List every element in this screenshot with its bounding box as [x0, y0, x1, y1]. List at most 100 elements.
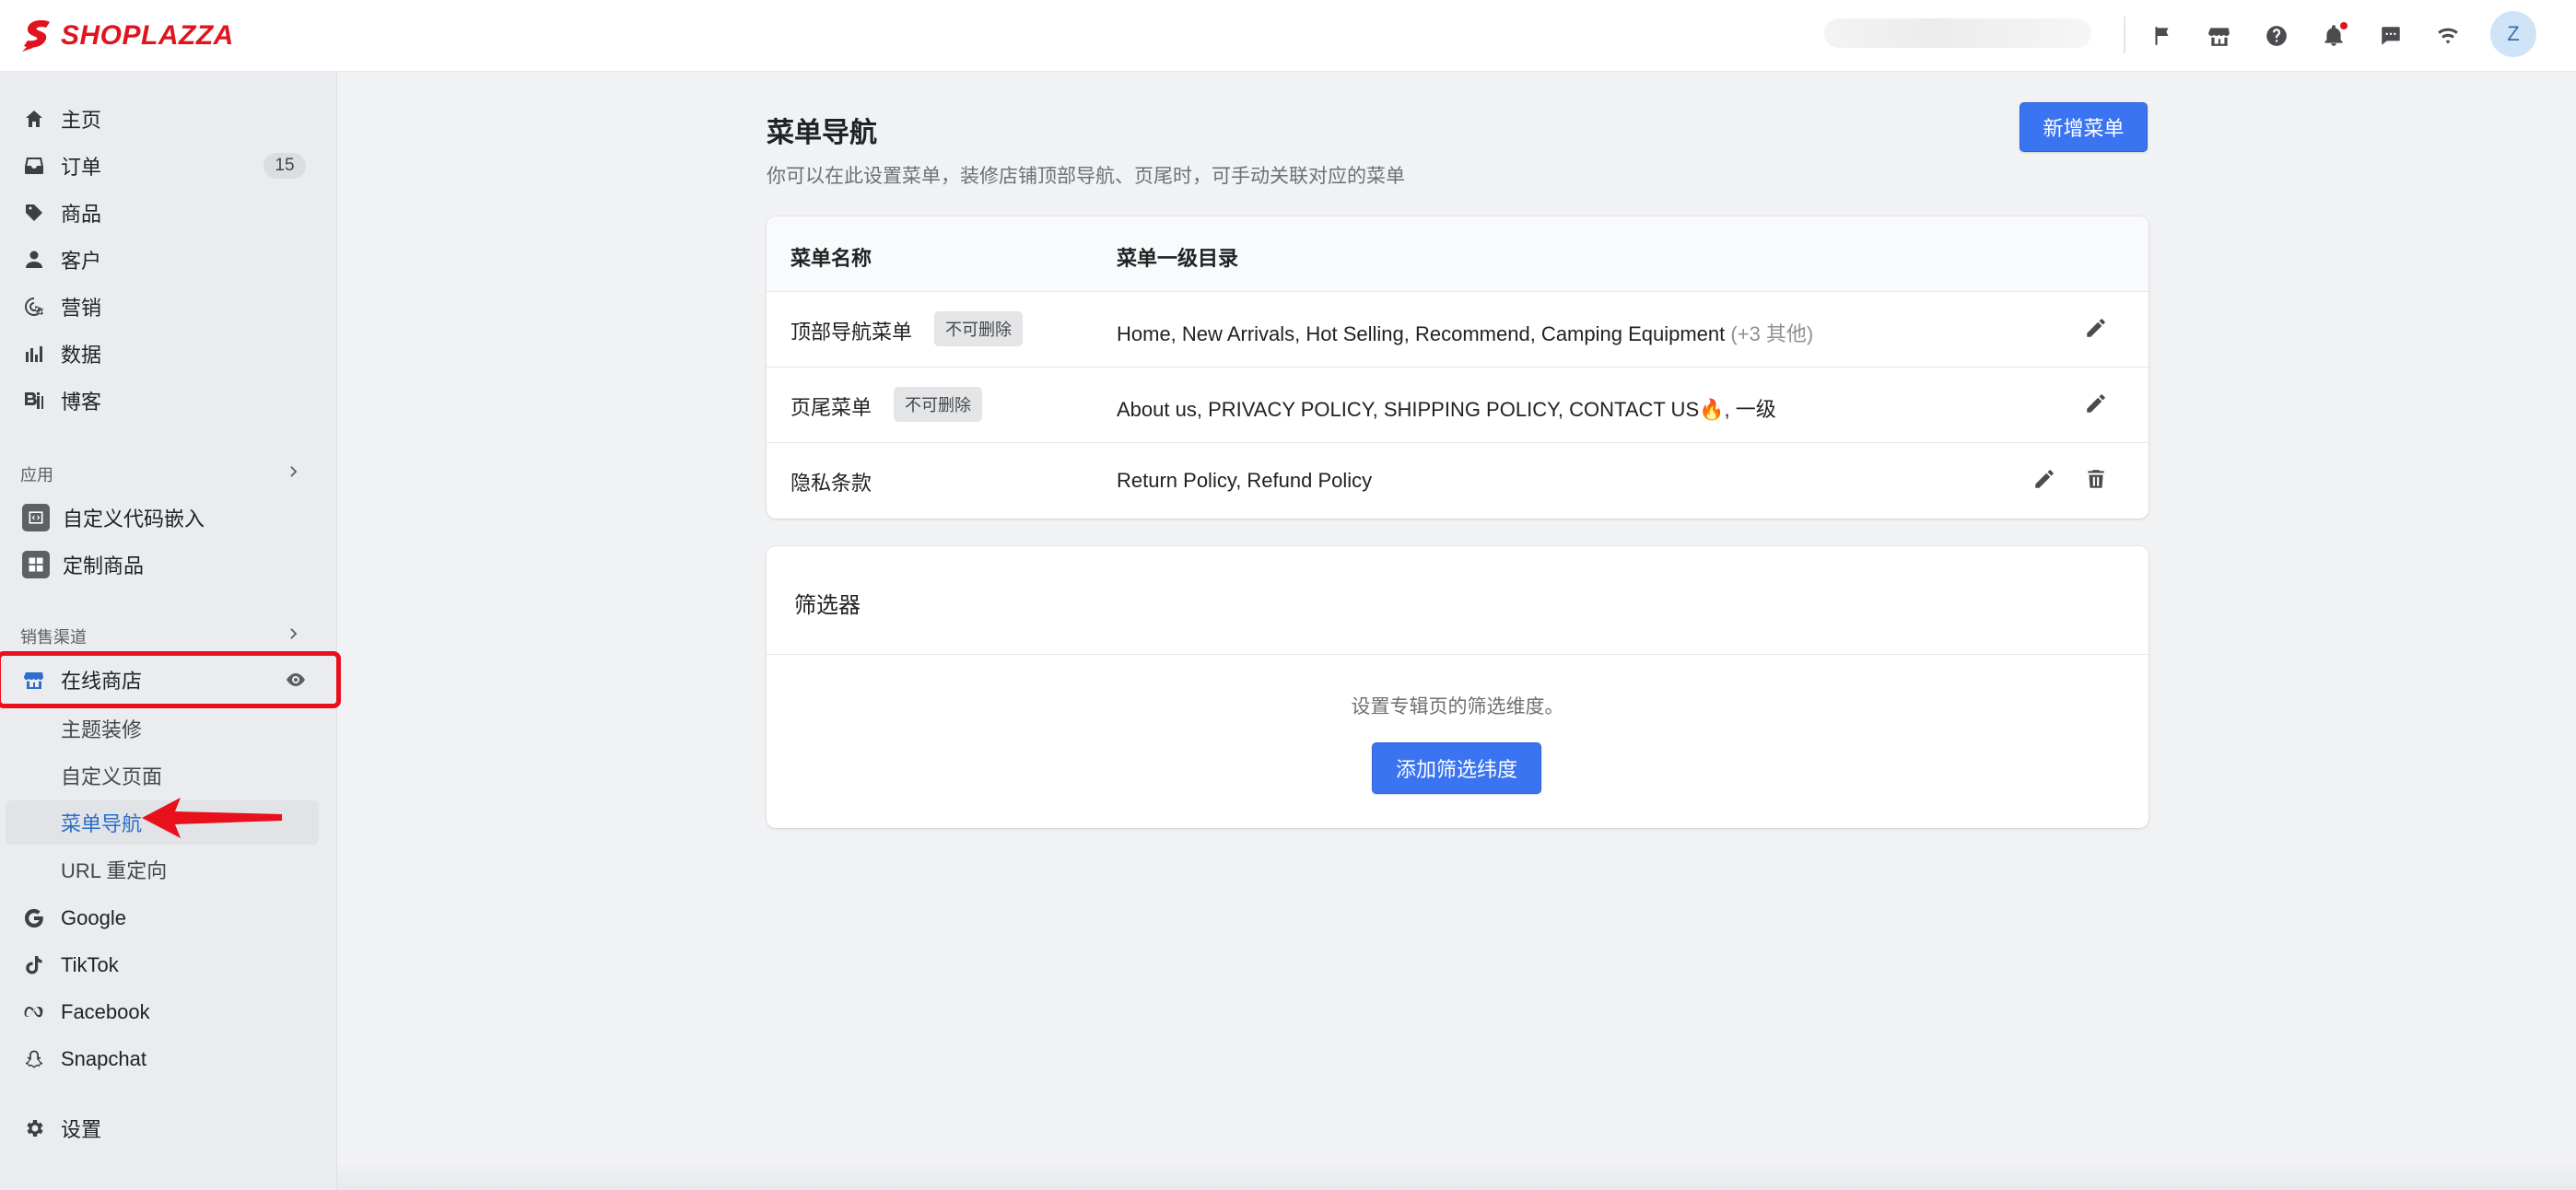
edit-icon[interactable] — [2084, 316, 2110, 342]
menu-table-card: 菜单名称 菜单一级目录 顶部导航菜单 不可删除 Home, New Arriva… — [767, 216, 2149, 519]
person-icon — [22, 248, 46, 272]
filter-card-description: 设置专辑页的筛选维度。 — [1351, 696, 1564, 718]
bottom-fade — [337, 1162, 2576, 1190]
add-filter-button[interactable]: 添加筛选纬度 — [1372, 742, 1541, 794]
brand-name: SHOPLAZZA — [61, 20, 234, 51]
topbar-actions — [2134, 13, 2476, 59]
column-header-name: 菜单名称 — [790, 247, 872, 270]
table-row[interactable]: 隐私条款 Return Policy, Refund Policy — [767, 443, 2149, 519]
chevron-right-icon[interactable] — [285, 462, 303, 481]
annotation-arrow-icon — [142, 798, 282, 838]
sidebar-item-google[interactable]: Google — [0, 896, 337, 940]
chevron-right-icon[interactable] — [285, 624, 303, 643]
sidebar-item-custom-product[interactable]: 定制商品 — [0, 542, 337, 587]
help-icon[interactable] — [2248, 13, 2305, 59]
bar-chart-icon — [22, 342, 46, 366]
filter-card-header: 筛选器 — [767, 546, 2149, 655]
sidebar-item-label: 商品 — [61, 203, 102, 226]
sidebar-item-label: 营销 — [61, 297, 102, 320]
undeletable-tag: 不可删除 — [934, 311, 1023, 346]
home-icon — [22, 107, 46, 131]
sidebar-item-settings[interactable]: 设置 — [0, 1106, 337, 1150]
sidebar-item-custom-code[interactable]: 自定义代码嵌入 — [0, 496, 337, 540]
trash-icon[interactable] — [2084, 467, 2110, 493]
bell-icon[interactable] — [2305, 13, 2362, 59]
sidebar-item-marketing[interactable]: 营销 — [0, 285, 337, 329]
store-icon[interactable] — [2191, 13, 2248, 59]
menu-items: About us, PRIVACY POLICY, SHIPPING POLIC… — [1117, 393, 1776, 423]
page-title: 菜单导航 — [767, 118, 877, 148]
sidebar-item-snapchat[interactable]: Snapchat — [0, 1037, 337, 1081]
menu-items: Home, New Arrivals, Hot Selling, Recomme… — [1117, 318, 1813, 347]
sidebar-item-customers[interactable]: 客户 — [0, 238, 337, 282]
marketing-icon — [22, 295, 46, 319]
shoplazza-logo-icon — [22, 20, 50, 52]
sidebar-item-label: 定制商品 — [63, 554, 145, 578]
menu-items: Return Policy, Refund Policy — [1117, 469, 1372, 493]
sidebar-item-home[interactable]: 主页 — [0, 97, 337, 141]
gear-icon — [22, 1116, 46, 1140]
tag-icon — [22, 201, 46, 225]
sidebar-item-products[interactable]: 商品 — [0, 191, 337, 235]
sidebar-item-label: Snapchat — [61, 1047, 146, 1070]
avatar[interactable]: Z — [2490, 11, 2536, 57]
channels-section-label: 销售渠道 — [20, 628, 87, 647]
sidebar-subitem-themes[interactable]: 主题装修 — [6, 706, 319, 751]
sidebar-item-label: 数据 — [61, 344, 102, 367]
menu-items-text: About us, PRIVACY POLICY, SHIPPING POLIC… — [1117, 398, 1776, 421]
meta-icon — [22, 1000, 46, 1024]
page-subtitle: 你可以在此设置菜单，装修店铺顶部导航、页尾时，可手动关联对应的菜单 — [767, 166, 1405, 187]
sidebar-item-label: 自定义代码嵌入 — [63, 508, 205, 531]
table-row[interactable]: 页尾菜单 不可删除 About us, PRIVACY POLICY, SHIP… — [767, 368, 2149, 443]
apps-section-label: 应用 — [20, 466, 53, 484]
table-row[interactable]: 顶部导航菜单 不可删除 Home, New Arrivals, Hot Sell… — [767, 292, 2149, 368]
menu-name: 页尾菜单 — [790, 396, 872, 419]
add-menu-button[interactable]: 新增菜单 — [2020, 102, 2148, 152]
sidebar-item-label: 设置 — [61, 1118, 102, 1141]
sidebar-item-blog[interactable]: 博客 — [0, 379, 337, 423]
flag-icon[interactable] — [2134, 13, 2191, 59]
column-header-items: 菜单一级目录 — [1117, 247, 1239, 270]
blog-icon — [22, 389, 46, 413]
filter-card-title: 筛选器 — [794, 593, 861, 618]
custom-product-icon — [22, 551, 50, 578]
brand-logo[interactable]: SHOPLAZZA — [20, 17, 234, 55]
edit-icon[interactable] — [2084, 391, 2110, 417]
sidebar-item-tiktok[interactable]: TikTok — [0, 943, 337, 987]
chat-icon[interactable] — [2362, 13, 2419, 59]
notification-dot — [2340, 22, 2348, 29]
sidebar-subitem-url-redirect[interactable]: URL 重定向 — [6, 847, 319, 892]
edit-icon[interactable] — [2032, 467, 2058, 493]
menu-name: 顶部导航菜单 — [790, 321, 913, 344]
menu-items-text: Return Policy, Refund Policy — [1117, 469, 1373, 492]
menu-items-text: Home, New Arrivals, Hot Selling, Recomme… — [1117, 322, 1726, 345]
sidebar-item-analytics[interactable]: 数据 — [0, 332, 337, 376]
store-switcher[interactable] — [1824, 18, 2091, 48]
menu-name: 隐私条款 — [790, 472, 872, 495]
annotation-highlight-box — [0, 651, 341, 708]
filter-card: 筛选器 设置专辑页的筛选维度。 添加筛选纬度 — [767, 546, 2149, 828]
sidebar-item-label: 博客 — [61, 391, 102, 414]
tiktok-icon — [22, 953, 46, 977]
sidebar: 主页 订单 15 商品 客户 营销 数据 博客 应用 自定义代码嵌入 定制商品 … — [0, 72, 337, 1190]
sidebar-item-label: TikTok — [61, 953, 119, 976]
top-bar: SHOPLAZZA Z — [0, 0, 2576, 72]
sidebar-item-label: 主页 — [61, 109, 102, 132]
sidebar-item-label: Google — [61, 906, 126, 929]
sidebar-item-label: 客户 — [61, 250, 102, 273]
table-header: 菜单名称 菜单一级目录 — [767, 216, 2149, 292]
wifi-icon[interactable] — [2419, 13, 2476, 59]
sidebar-item-facebook[interactable]: Facebook — [0, 990, 337, 1034]
sidebar-item-label: 订单 — [61, 156, 102, 179]
menu-items-more: (+3 其他) — [1730, 322, 1814, 345]
undeletable-tag: 不可删除 — [894, 387, 982, 422]
code-embed-icon — [22, 504, 50, 531]
sidebar-item-orders[interactable]: 订单 15 — [0, 144, 337, 188]
inbox-icon — [22, 154, 46, 178]
topbar-divider — [2124, 17, 2125, 53]
sidebar-item-label: Facebook — [61, 1000, 150, 1023]
google-icon — [22, 906, 46, 930]
snapchat-icon — [22, 1047, 46, 1071]
orders-count-badge: 15 — [263, 153, 306, 179]
sidebar-subitem-pages[interactable]: 自定义页面 — [6, 753, 319, 798]
